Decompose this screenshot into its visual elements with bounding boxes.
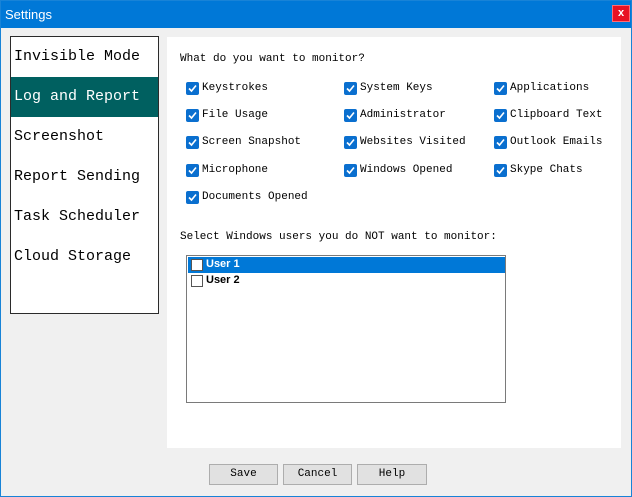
help-button[interactable]: Help	[357, 464, 427, 485]
user-list[interactable]: User 1 User 2	[186, 255, 506, 403]
check-icon	[344, 82, 357, 95]
check-icon	[344, 164, 357, 177]
check-icon	[186, 164, 199, 177]
check-icon	[344, 109, 357, 122]
title-bar[interactable]: Settings x	[1, 1, 631, 28]
check-icon	[494, 82, 507, 95]
list-item[interactable]: User 1	[188, 257, 505, 273]
close-button[interactable]: x	[612, 5, 630, 22]
log-and-report-panel: What do you want to monitor? Keystrokes …	[167, 37, 621, 448]
check-icon	[186, 191, 199, 204]
save-button[interactable]: Save	[209, 464, 278, 485]
sidebar-item-report-sending[interactable]: Report Sending	[11, 157, 158, 197]
check-icon	[186, 109, 199, 122]
monitor-question: What do you want to monitor?	[180, 53, 365, 65]
sidebar-item-cloud-storage[interactable]: Cloud Storage	[11, 237, 158, 277]
list-item[interactable]: User 2	[188, 273, 505, 289]
sidebar-item-screenshot[interactable]: Screenshot	[11, 117, 158, 157]
user-checkbox[interactable]	[191, 259, 203, 271]
users-prompt: Select Windows users you do NOT want to …	[180, 231, 497, 243]
check-icon	[344, 136, 357, 149]
sidebar-item-task-scheduler[interactable]: Task Scheduler	[11, 197, 158, 237]
check-icon	[186, 136, 199, 149]
check-icon	[494, 136, 507, 149]
sidebar-item-log-and-report[interactable]: Log and Report	[11, 77, 158, 117]
sidebar-item-invisible-mode[interactable]: Invisible Mode	[11, 37, 158, 77]
check-icon	[186, 82, 199, 95]
check-icon	[494, 164, 507, 177]
cancel-button[interactable]: Cancel	[283, 464, 352, 485]
sidebar-nav: Invisible Mode Log and Report Screenshot…	[10, 36, 159, 314]
settings-window: Settings x Invisible Mode Log and Report…	[0, 0, 632, 497]
window-title: Settings	[5, 7, 52, 22]
check-icon	[494, 109, 507, 122]
user-checkbox[interactable]	[191, 275, 203, 287]
